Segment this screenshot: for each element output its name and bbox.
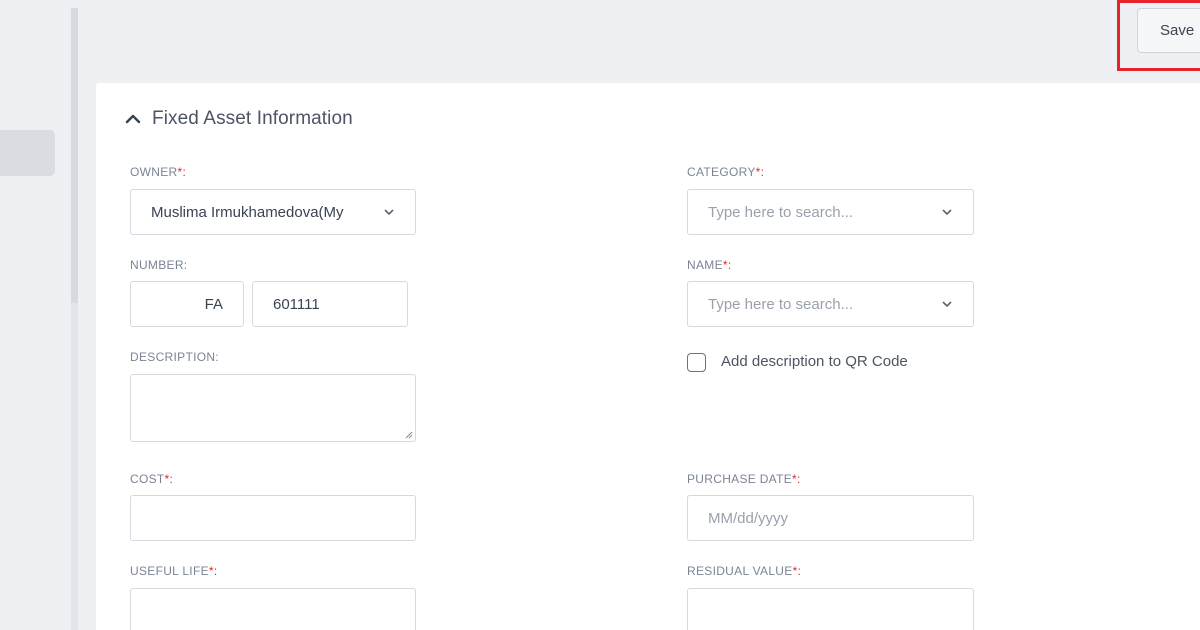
residual-value-input[interactable] bbox=[687, 588, 974, 630]
residual-value-label-text: RESIDUAL VALUE bbox=[687, 564, 793, 578]
cost-required-mark: *: bbox=[164, 472, 174, 486]
category-required-mark: *: bbox=[755, 165, 765, 179]
useful-life-label-text: USEFUL LIFE bbox=[130, 564, 209, 578]
description-label: DESCRIPTION: bbox=[130, 350, 219, 364]
name-label-text: NAME bbox=[687, 258, 723, 272]
cost-label: COST*: bbox=[130, 472, 173, 486]
cost-label-text: COST bbox=[130, 472, 165, 486]
residual-value-label: RESIDUAL VALUE*: bbox=[687, 564, 801, 578]
owner-label-text: OWNER bbox=[130, 165, 178, 179]
number-value: 601111 bbox=[273, 295, 320, 313]
left-scrollbar-thumb[interactable] bbox=[71, 8, 78, 303]
name-placeholder: Type here to search... bbox=[708, 295, 854, 313]
useful-life-input[interactable] bbox=[130, 588, 416, 630]
name-select[interactable]: Type here to search... bbox=[687, 281, 974, 327]
chevron-down-icon bbox=[942, 301, 952, 308]
number-field[interactable]: 601111 bbox=[252, 281, 408, 327]
category-placeholder: Type here to search... bbox=[708, 203, 854, 221]
category-select[interactable]: Type here to search... bbox=[687, 189, 974, 235]
purchase-date-required-mark: *: bbox=[792, 472, 801, 486]
owner-label: OWNER*: bbox=[130, 165, 186, 179]
sidebar-active-item[interactable] bbox=[0, 130, 55, 176]
qr-code-checkbox-label[interactable]: Add description to QR Code bbox=[721, 353, 908, 370]
name-label: NAME*: bbox=[687, 258, 731, 272]
save-button[interactable]: Save bbox=[1137, 8, 1200, 53]
number-prefix-field[interactable]: FA bbox=[130, 281, 244, 327]
number-label: NUMBER: bbox=[130, 258, 188, 272]
section-title: Fixed Asset Information bbox=[152, 108, 353, 129]
purchase-date-input[interactable]: MM/dd/yyyy bbox=[687, 495, 974, 541]
chevron-down-icon bbox=[384, 209, 394, 216]
purchase-date-label-text: PURCHASE DATE bbox=[687, 472, 793, 486]
purchase-date-placeholder: MM/dd/yyyy bbox=[708, 509, 789, 527]
category-label-text: CATEGORY bbox=[687, 165, 756, 179]
qr-code-checkbox[interactable] bbox=[687, 353, 706, 372]
useful-life-label: USEFUL LIFE*: bbox=[130, 564, 217, 578]
category-label: CATEGORY*: bbox=[687, 165, 764, 179]
cost-input[interactable] bbox=[130, 495, 416, 541]
useful-life-required-mark: *: bbox=[208, 564, 218, 578]
owner-required-mark: *: bbox=[177, 165, 187, 179]
number-prefix-value: FA bbox=[204, 295, 223, 313]
residual-value-required-mark: *: bbox=[792, 564, 802, 578]
owner-select[interactable]: Muslima Irmukhamedova(My bbox=[130, 189, 416, 235]
resize-grip-icon[interactable] bbox=[405, 431, 413, 439]
form-card bbox=[96, 83, 1200, 630]
name-required-mark: *: bbox=[722, 258, 732, 272]
chevron-down-icon bbox=[942, 209, 952, 216]
owner-value: Muslima Irmukhamedova(My bbox=[151, 203, 344, 221]
purchase-date-label: PURCHASE DATE*: bbox=[687, 472, 801, 486]
description-textarea[interactable] bbox=[130, 374, 416, 442]
chevron-up-icon bbox=[125, 114, 141, 124]
section-header[interactable]: Fixed Asset Information bbox=[124, 106, 353, 132]
